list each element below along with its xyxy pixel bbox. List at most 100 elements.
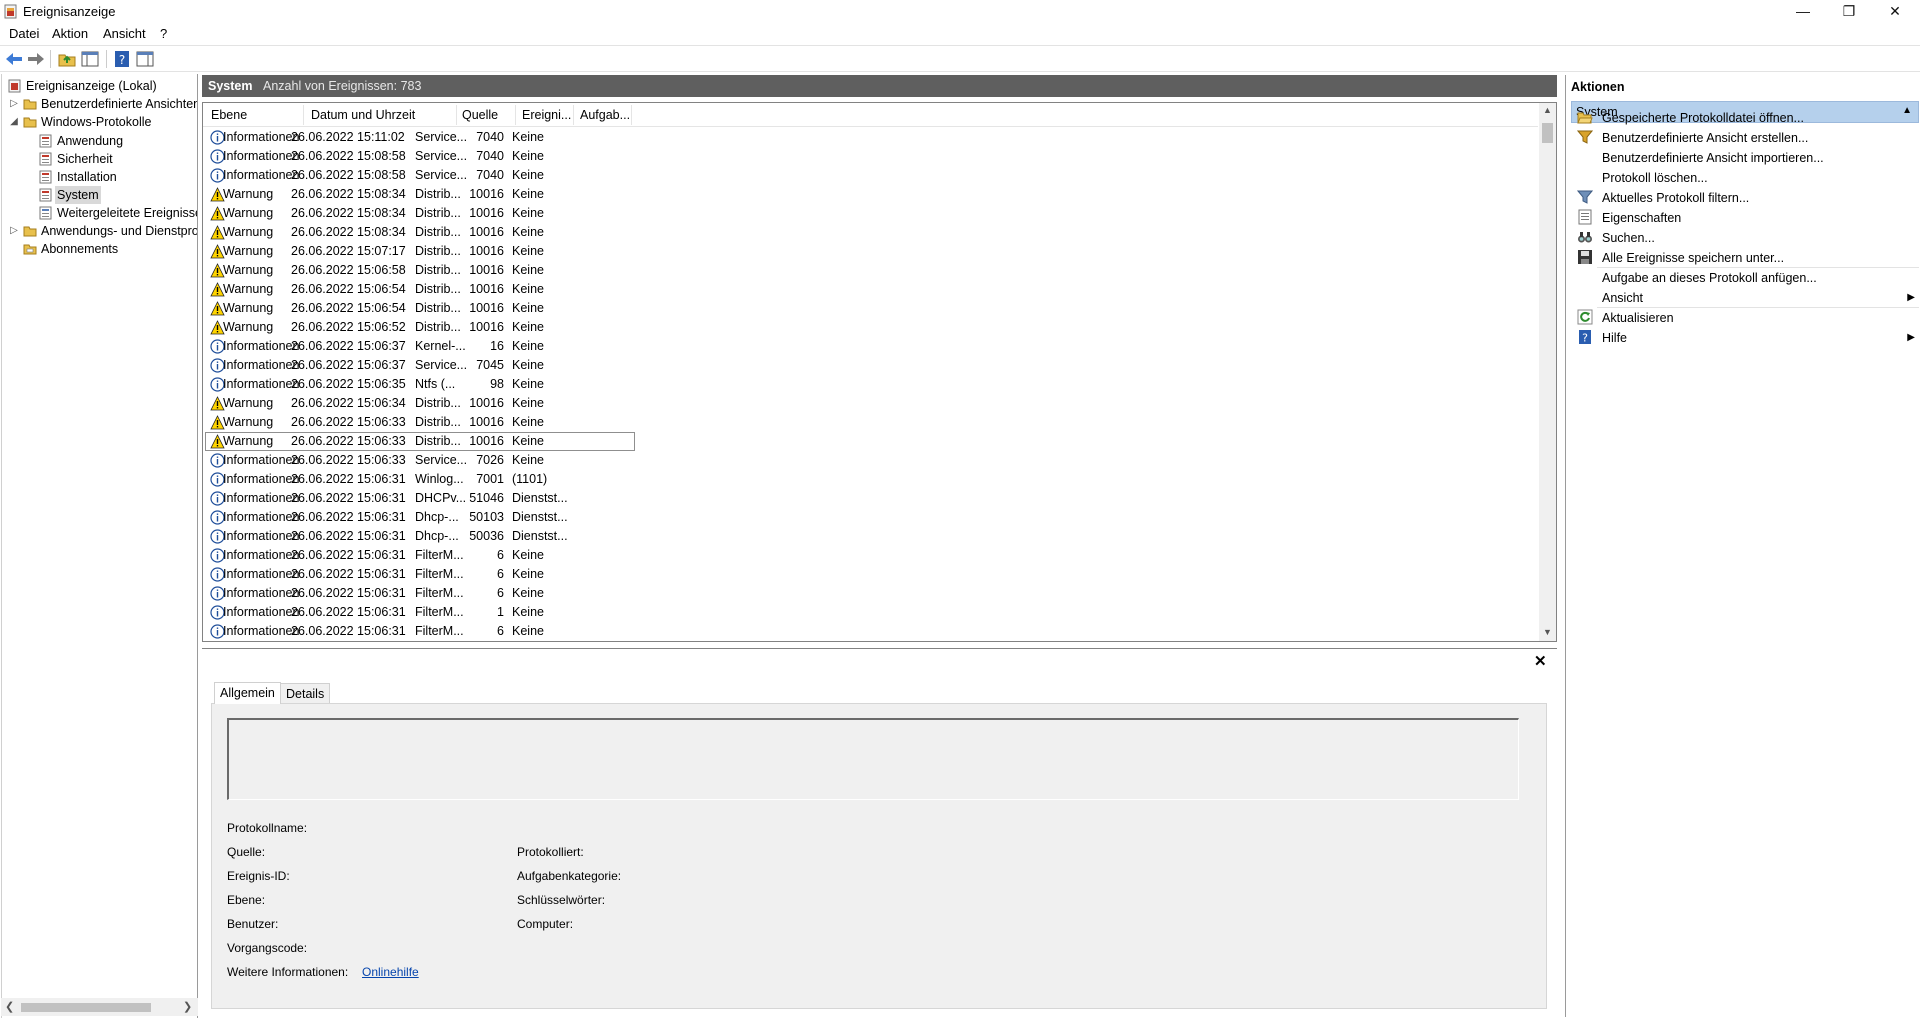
cell-task: Keine bbox=[512, 244, 544, 258]
cell-source: FilterM... bbox=[415, 624, 464, 638]
table-row[interactable]: Warnung 26.06.2022 15:06:33 Distrib... 1001… bbox=[205, 432, 635, 451]
table-row[interactable]: Informationen 26.06.2022 15:06:31 Dhcp-...… bbox=[205, 527, 635, 546]
cell-event-id: 10016 bbox=[469, 225, 504, 239]
table-row[interactable]: Warnung 26.06.2022 15:06:54 Distrib... 1001… bbox=[205, 299, 635, 318]
column-header-source[interactable]: Quelle bbox=[462, 108, 498, 122]
show-hide-action-pane-icon[interactable] bbox=[135, 49, 155, 69]
scroll-thumb[interactable] bbox=[1542, 123, 1553, 143]
event-list-scrollbar[interactable]: ▲ ▼ bbox=[1539, 103, 1556, 641]
column-header-event-id[interactable]: Ereigni... bbox=[522, 108, 571, 122]
cell-date: 26.06.2022 15:06:54 bbox=[291, 301, 406, 315]
collapse-arrow-icon[interactable]: ◢ bbox=[9, 113, 19, 131]
menu-aktion[interactable]: Aktion bbox=[52, 26, 88, 41]
menu-ansicht[interactable]: Ansicht bbox=[103, 26, 146, 41]
table-row[interactable]: Warnung 26.06.2022 15:08:34 Distrib... 1001… bbox=[205, 223, 635, 242]
table-row[interactable]: Informationen 26.06.2022 15:06:31 FilterM.… bbox=[205, 584, 635, 603]
action-hilfe[interactable]: ? Hilfe ▶ bbox=[1571, 326, 1919, 350]
scroll-left-icon[interactable]: ❮ bbox=[5, 1000, 14, 1013]
open-folder-icon bbox=[1577, 112, 1593, 124]
table-row[interactable]: Informationen 26.06.2022 15:08:58 Service.… bbox=[205, 166, 635, 185]
detail-panel: Protokollname: Quelle: Ereignis-ID: Eben… bbox=[211, 703, 1547, 1009]
cell-task: Keine bbox=[512, 168, 544, 182]
table-row[interactable]: Informationen 26.06.2022 15:06:31 Winlog..… bbox=[205, 470, 635, 489]
column-header-level[interactable]: Ebene bbox=[211, 108, 247, 122]
log-icon bbox=[39, 188, 52, 202]
table-row[interactable]: Informationen 26.06.2022 15:06:35 Ntfs (..… bbox=[205, 375, 635, 394]
cell-level: Informationen bbox=[223, 548, 300, 562]
cell-event-id: 6 bbox=[497, 586, 504, 600]
table-row[interactable]: Informationen 26.06.2022 15:06:37 Service.… bbox=[205, 356, 635, 375]
close-detail-icon[interactable]: ✕ bbox=[1534, 652, 1547, 670]
back-arrow-icon[interactable] bbox=[4, 49, 24, 69]
label-protokolliert: Protokolliert: bbox=[517, 845, 584, 859]
table-row[interactable]: Warnung 26.06.2022 15:06:58 Distrib... 1001… bbox=[205, 261, 635, 280]
table-row[interactable]: Informationen 26.06.2022 15:06:31 FilterM.… bbox=[205, 565, 635, 584]
table-row[interactable]: Warnung 26.06.2022 15:06:33 Distrib... 1001… bbox=[205, 413, 635, 432]
expand-arrow-icon[interactable]: ▷ bbox=[9, 222, 19, 240]
scroll-down-icon[interactable]: ▼ bbox=[1539, 627, 1556, 637]
table-row[interactable]: Informationen 26.06.2022 15:06:31 DHCPv...… bbox=[205, 489, 635, 508]
scroll-thumb[interactable] bbox=[21, 1003, 151, 1012]
table-row[interactable]: Informationen 26.06.2022 15:06:31 Dhcp-...… bbox=[205, 508, 635, 527]
column-header-task[interactable]: Aufgab... bbox=[580, 108, 630, 122]
menu-help[interactable]: ? bbox=[160, 26, 167, 41]
cell-event-id: 10016 bbox=[469, 282, 504, 296]
tree-label: Windows-Protokolle bbox=[41, 115, 152, 129]
table-row[interactable]: Informationen 26.06.2022 15:06:31 FilterM.… bbox=[205, 546, 635, 565]
table-row[interactable]: Warnung 26.06.2022 15:06:54 Distrib... 1001… bbox=[205, 280, 635, 299]
event-description-box[interactable] bbox=[227, 718, 1519, 800]
save-icon bbox=[1578, 250, 1592, 264]
cell-source: FilterM... bbox=[415, 605, 464, 619]
cell-source: Kernel-... bbox=[415, 339, 466, 353]
online-help-link[interactable]: Onlinehilfe bbox=[362, 965, 419, 979]
cell-date: 26.06.2022 15:06:37 bbox=[291, 358, 406, 372]
expand-arrow-icon[interactable]: ▷ bbox=[9, 95, 19, 113]
table-row[interactable]: Warnung 26.06.2022 15:06:52 Distrib... 1001… bbox=[205, 318, 635, 337]
tree-label: Installation bbox=[57, 170, 117, 184]
cell-date: 26.06.2022 15:06:31 bbox=[291, 529, 406, 543]
cell-level: Informationen bbox=[223, 377, 300, 391]
svg-text:?: ? bbox=[1582, 332, 1588, 345]
tab-allgemein[interactable]: Allgemein bbox=[214, 682, 281, 704]
table-row[interactable]: Informationen 26.06.2022 15:11:02 Service.… bbox=[205, 128, 635, 147]
table-row[interactable]: Informationen 26.06.2022 15:06:31 FilterM.… bbox=[205, 622, 635, 641]
cell-task: Keine bbox=[512, 434, 544, 448]
cell-level: Warnung bbox=[223, 225, 274, 239]
cell-date: 26.06.2022 15:07:17 bbox=[291, 244, 406, 258]
event-detail-pane: ✕ Allgemein Details Protokollname: Quell… bbox=[202, 648, 1557, 1017]
folder-up-icon[interactable] bbox=[57, 49, 77, 69]
table-row[interactable]: Warnung 26.06.2022 15:07:17 Distrib... 1001… bbox=[205, 242, 635, 261]
show-hide-console-tree-icon[interactable] bbox=[80, 49, 100, 69]
table-row[interactable]: Informationen 26.06.2022 15:08:58 Service.… bbox=[205, 147, 635, 166]
cell-source: Distrib... bbox=[415, 415, 461, 429]
table-row[interactable]: Warnung 26.06.2022 15:08:34 Distrib... 1001… bbox=[205, 204, 635, 223]
table-row[interactable]: Informationen 26.06.2022 15:06:33 Service.… bbox=[205, 451, 635, 470]
menu-datei[interactable]: Datei bbox=[9, 26, 39, 41]
cell-task: Keine bbox=[512, 130, 544, 144]
forward-arrow-icon[interactable] bbox=[26, 49, 46, 69]
tab-details[interactable]: Details bbox=[280, 683, 331, 704]
close-window-button[interactable]: ✕ bbox=[1872, 0, 1918, 24]
table-row[interactable]: Warnung 26.06.2022 15:06:34 Distrib... 1001… bbox=[205, 394, 635, 413]
cell-date: 26.06.2022 15:06:34 bbox=[291, 396, 406, 410]
cell-level: Warnung bbox=[223, 301, 274, 315]
cell-event-id: 16 bbox=[490, 339, 504, 353]
scroll-right-icon[interactable]: ❯ bbox=[183, 1000, 192, 1013]
subscriptions-icon bbox=[23, 244, 37, 255]
column-header-date[interactable]: Datum und Uhrzeit bbox=[311, 108, 415, 122]
table-row[interactable]: Informationen 26.06.2022 15:06:37 Kernel-.… bbox=[205, 337, 635, 356]
restore-button[interactable]: ❐ bbox=[1826, 0, 1872, 24]
table-row[interactable]: Informationen 26.06.2022 15:06:31 FilterM.… bbox=[205, 603, 635, 622]
scroll-up-icon[interactable]: ▲ bbox=[1539, 105, 1556, 115]
event-list[interactable]: Ebene Datum und Uhrzeit Quelle Ereigni..… bbox=[202, 102, 1557, 642]
action-label: Benutzerdefinierte Ansicht importieren..… bbox=[1602, 151, 1824, 165]
cell-date: 26.06.2022 15:06:31 bbox=[291, 472, 406, 486]
cell-task: Keine bbox=[512, 187, 544, 201]
help-icon[interactable]: ? bbox=[112, 49, 132, 69]
cell-date: 26.06.2022 15:08:34 bbox=[291, 187, 406, 201]
cell-source: DHCPv... bbox=[415, 491, 467, 505]
minimize-button[interactable]: — bbox=[1780, 0, 1826, 24]
label-benutzer: Benutzer: bbox=[227, 917, 279, 931]
tree-horizontal-scrollbar[interactable]: ❮ ❯ bbox=[1, 998, 198, 1016]
table-row[interactable]: Warnung 26.06.2022 15:08:34 Distrib... 1001… bbox=[205, 185, 635, 204]
